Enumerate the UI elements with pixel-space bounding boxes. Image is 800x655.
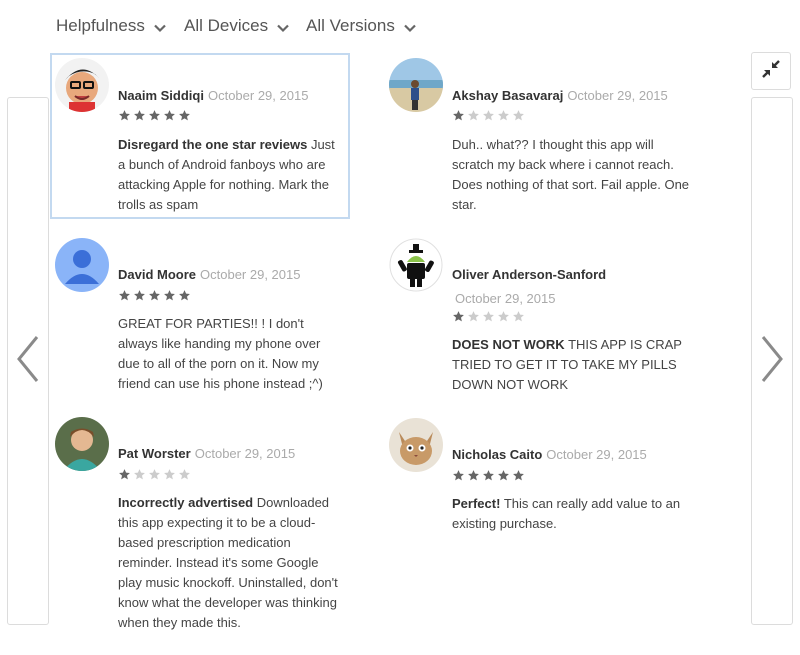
star-filled-icon xyxy=(452,469,465,482)
review-headline: Incorrectly advertised xyxy=(118,495,254,510)
star-filled-icon xyxy=(118,468,131,481)
star-filled-icon xyxy=(178,289,191,302)
review-body: Disregard the one star reviews Just a bu… xyxy=(118,135,343,215)
review-body: Perfect! This can really add value to an… xyxy=(452,494,692,534)
beach-photo-avatar xyxy=(389,58,443,112)
sort-filter-dropdown[interactable]: Helpfulness xyxy=(56,16,167,36)
star-empty-icon xyxy=(497,109,510,122)
review-headline: Perfect! xyxy=(452,496,501,511)
review-date: October 29, 2015 xyxy=(546,447,647,462)
chevron-left-icon xyxy=(13,333,43,390)
star-filled-icon xyxy=(482,469,495,482)
previous-page-button[interactable] xyxy=(7,97,49,625)
star-filled-icon xyxy=(163,109,176,122)
review-date: October 29, 2015 xyxy=(455,291,556,306)
star-filled-icon xyxy=(452,310,465,323)
star-filled-icon xyxy=(133,109,146,122)
review-headline: Disregard the one star reviews xyxy=(118,137,308,152)
star-filled-icon xyxy=(512,469,525,482)
devices-filter-dropdown[interactable]: All Devices xyxy=(184,16,290,36)
next-page-button[interactable] xyxy=(751,97,793,625)
review-date: October 29, 2015 xyxy=(194,446,296,461)
star-filled-icon xyxy=(118,289,131,302)
sort-filter-label: Helpfulness xyxy=(56,16,145,35)
versions-filter-dropdown[interactable]: All Versions xyxy=(306,16,417,36)
android-robot-avatar xyxy=(389,238,443,292)
star-rating xyxy=(118,289,191,302)
review-author: Naaim Siddiqi xyxy=(118,88,204,103)
star-empty-icon xyxy=(148,468,161,481)
star-empty-icon xyxy=(467,109,480,122)
star-rating xyxy=(452,469,525,482)
review-date: October 29, 2015 xyxy=(207,88,309,103)
review-date: October 29, 2015 xyxy=(200,267,301,282)
review-header: Nicholas Caito October 29, 2015 xyxy=(452,447,647,462)
review-text: GREAT FOR PARTIES!! ! I don't always lik… xyxy=(118,316,323,391)
star-filled-icon xyxy=(452,109,465,122)
star-empty-icon xyxy=(467,310,480,323)
default-person-avatar xyxy=(55,238,109,292)
review-text: Downloaded this app expecting it to be a… xyxy=(118,495,338,630)
star-filled-icon xyxy=(118,109,131,122)
versions-filter-label: All Versions xyxy=(306,16,395,35)
star-filled-icon xyxy=(148,109,161,122)
review-text: Duh.. what?? I thought this app will scr… xyxy=(452,137,690,212)
review-header: Pat Worster October 29, 2015 xyxy=(118,446,295,461)
star-empty-icon xyxy=(482,310,495,323)
star-rating xyxy=(452,109,525,122)
review-date: October 29, 2015 xyxy=(567,88,668,103)
review-header: David Moore October 29, 2015 xyxy=(118,267,300,282)
chevron-right-icon xyxy=(757,333,787,390)
review-body: DOES NOT WORK THIS APP IS CRAP TRIED TO … xyxy=(452,335,692,395)
star-empty-icon xyxy=(178,468,191,481)
review-header: Oliver Anderson-Sanford xyxy=(452,267,606,282)
review-author: Nicholas Caito xyxy=(452,447,543,462)
review-author: Akshay Basavaraj xyxy=(452,88,564,103)
review-author: David Moore xyxy=(118,267,197,282)
review-author: Oliver Anderson-Sanford xyxy=(452,267,607,282)
review-body: Incorrectly advertised Downloaded this a… xyxy=(118,493,343,633)
devices-filter-label: All Devices xyxy=(184,16,269,35)
star-rating xyxy=(118,468,191,481)
star-rating xyxy=(452,310,525,323)
chevron-down-icon xyxy=(153,20,167,34)
star-filled-icon xyxy=(467,469,480,482)
star-empty-icon xyxy=(512,310,525,323)
review-header: Akshay Basavaraj October 29, 2015 xyxy=(452,88,668,103)
review-body: Duh.. what?? I thought this app will scr… xyxy=(452,135,692,215)
review-author: Pat Worster xyxy=(118,446,191,461)
cat-photo-avatar xyxy=(389,418,443,472)
star-empty-icon xyxy=(163,468,176,481)
star-filled-icon xyxy=(148,289,161,302)
chevron-down-icon xyxy=(276,20,290,34)
star-empty-icon xyxy=(133,468,146,481)
star-filled-icon xyxy=(163,289,176,302)
star-filled-icon xyxy=(497,469,510,482)
star-empty-icon xyxy=(497,310,510,323)
collapse-arrows-icon xyxy=(761,59,781,84)
star-rating xyxy=(118,109,191,122)
review-body: GREAT FOR PARTIES!! ! I don't always lik… xyxy=(118,314,343,394)
person-photo-avatar xyxy=(55,417,109,471)
review-headline: DOES NOT WORK xyxy=(452,337,565,352)
star-filled-icon xyxy=(178,109,191,122)
star-empty-icon xyxy=(512,109,525,122)
cartoon-face-avatar xyxy=(55,58,109,112)
chevron-down-icon xyxy=(403,20,417,34)
review-header: Naaim Siddiqi October 29, 2015 xyxy=(118,88,308,103)
collapse-button[interactable] xyxy=(751,52,791,90)
star-filled-icon xyxy=(133,289,146,302)
star-empty-icon xyxy=(482,109,495,122)
